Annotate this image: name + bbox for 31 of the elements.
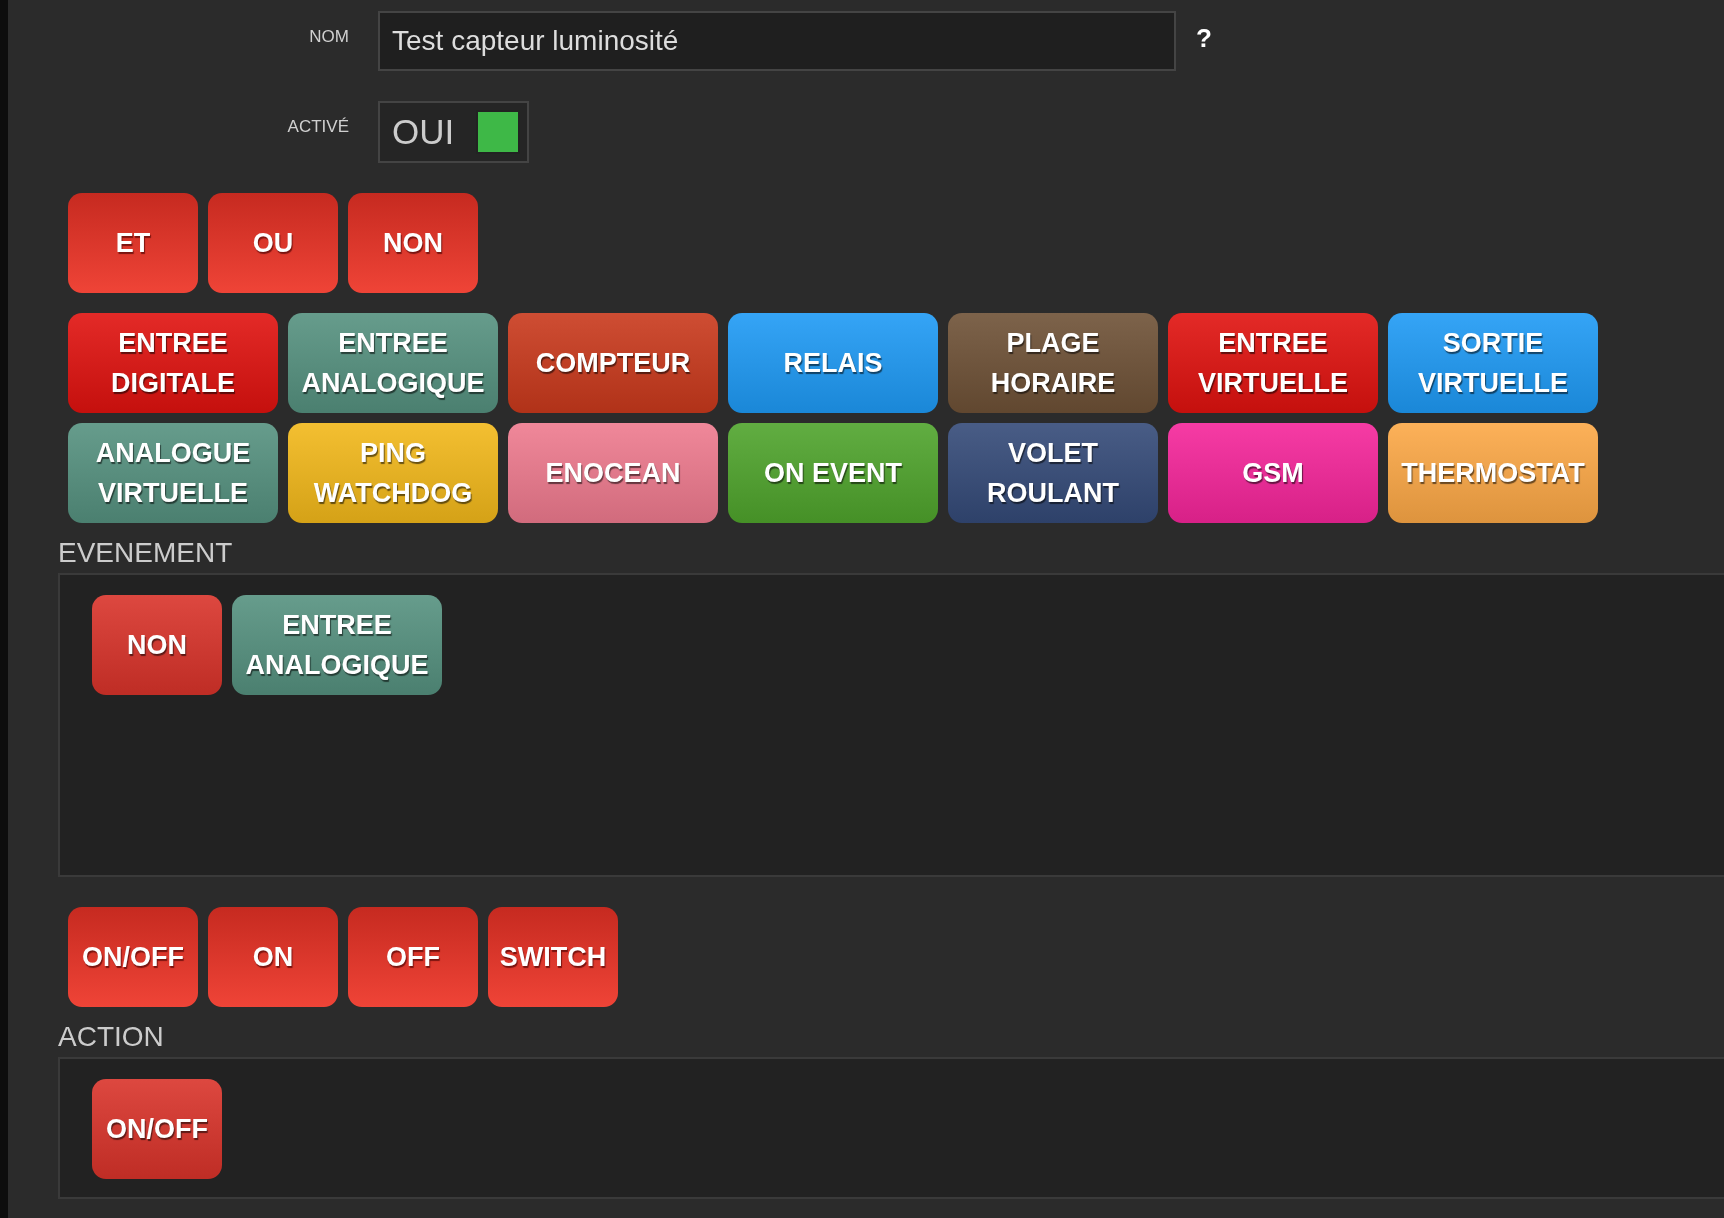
block-button[interactable]: ENTREE VIRTUELLE [1168,313,1378,413]
operator-button[interactable]: OU [208,193,338,293]
operator-button[interactable]: ON [208,907,338,1007]
block-button[interactable]: ENTREE DIGITALE [68,313,278,413]
block-button[interactable]: COMPTEUR [508,313,718,413]
block-button[interactable]: GSM [1168,423,1378,523]
block-button[interactable]: ENTREE ANALOGIQUE [232,595,442,695]
block-button[interactable]: RELAIS [728,313,938,413]
field-label: ACTIVÉ [286,116,350,137]
block-button[interactable]: ANALOGUE VIRTUELLE [68,423,278,523]
block-button[interactable]: VOLET ROULANT [948,423,1158,523]
section-title: EVENEMENT [58,537,234,570]
block-button[interactable]: ENTREE ANALOGIQUE [288,313,498,413]
name-field[interactable]: Test capteur luminosité [378,11,1176,71]
operator-button[interactable]: ON/OFF [68,907,198,1007]
block-button[interactable]: ENOCEAN [508,423,718,523]
block-button[interactable]: SORTIE VIRTUELLE [1388,313,1598,413]
active-toggle[interactable]: OUI [378,101,529,163]
block-button[interactable]: PLAGE HORAIRE [948,313,1158,413]
toggle-text: OUI [392,112,455,152]
field-label: NOM [308,26,350,47]
block-button[interactable]: NON [92,595,222,695]
operator-button[interactable]: NON [348,193,478,293]
checkbox[interactable] [476,110,521,154]
operator-button[interactable]: SWITCH [488,907,618,1007]
help-icon[interactable]: ? [1196,23,1212,54]
operator-button[interactable]: OFF [348,907,478,1007]
block-button[interactable]: ON EVENT [728,423,938,523]
section-title: ACTION [58,1021,165,1054]
block-button[interactable]: ON/OFF [92,1079,222,1179]
operator-button[interactable]: ET [68,193,198,293]
